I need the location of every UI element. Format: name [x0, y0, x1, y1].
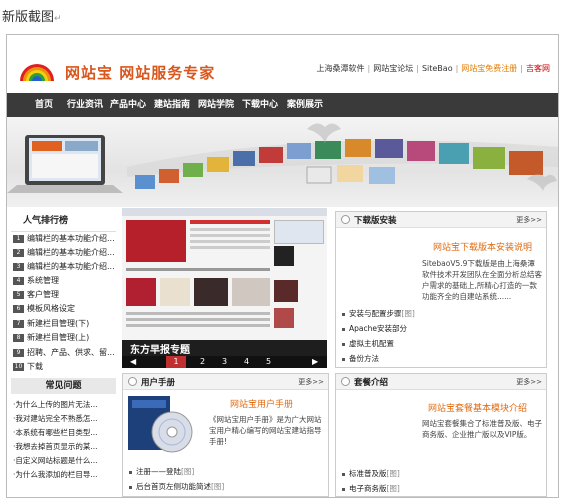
package-desc: 网站宝套餐集合了标准普及版、电子商务版、企业推广版以及VIP版。	[422, 419, 542, 439]
circle-bullet-icon	[128, 377, 137, 386]
rainbow-logo-icon	[17, 64, 57, 83]
manual-cd-image	[128, 396, 193, 453]
download-more-link[interactable]: 更多>>	[516, 215, 542, 225]
package-list-item[interactable]: 标准普及版[图]	[342, 468, 400, 479]
nav-products[interactable]: 产品中心	[110, 93, 146, 117]
nav-news[interactable]: 行业资讯	[67, 93, 103, 117]
slide-image	[122, 208, 327, 340]
faq-title: 常见问题	[11, 378, 116, 394]
slideshow[interactable]: 东方早报专题 ◀ 1 2 3 4 5 ▶	[122, 208, 327, 368]
screenshot-caption: 新版截图↵	[2, 10, 62, 25]
ranking-item[interactable]: 1 编辑栏的基本功能介绍...	[13, 233, 115, 244]
package-list-item[interactable]: 电子商务版[图]	[342, 483, 400, 494]
manual-list-item[interactable]: 注册——登陆[图]	[129, 466, 194, 477]
ranking-title: 人气排行榜	[11, 213, 116, 232]
package-heading[interactable]: 网站宝套餐基本模块介绍	[428, 401, 527, 414]
manual-panel-header: 用户手册 更多>>	[123, 374, 328, 390]
hero-banner[interactable]	[7, 117, 558, 207]
ranking-item[interactable]: 3 编辑栏的基本功能介绍...	[13, 261, 115, 272]
slide-pager: ◀ 1 2 3 4 5 ▶	[122, 356, 327, 368]
top-link-forum[interactable]: 网站宝论坛	[373, 64, 413, 73]
download-heading[interactable]: 网站宝下载版本安装说明	[433, 240, 532, 253]
nav-guide[interactable]: 建站指南	[154, 93, 190, 117]
site-page: 网站宝 网站服务专家 上海桑潭软件 | 网站宝论坛 | SiteBao | 网站宝免费注册 |…	[6, 34, 559, 498]
slide-page-1[interactable]: 1	[166, 356, 186, 368]
ranking-item[interactable]: 2 编辑栏的基本功能介绍...	[13, 247, 115, 258]
slide-page-3[interactable]: 3	[222, 356, 227, 368]
top-link-jike[interactable]: 吉客网	[526, 64, 550, 73]
slide-page-5[interactable]: 5	[266, 356, 271, 368]
manual-panel-title: 用户手册	[141, 378, 176, 388]
top-link-sitebao[interactable]: SiteBao	[422, 64, 453, 73]
faq-item[interactable]: ·我对建站完全不熟悉怎...	[13, 413, 98, 424]
faq-box: 常见问题 ·为什么上传的图片无法... ·我对建站完全不熟悉怎... ·本系统有…	[7, 378, 117, 497]
download-panel-header: 下载版安装 更多>>	[336, 212, 546, 228]
circle-bullet-icon	[341, 215, 350, 224]
ranking-item[interactable]: 5 客户管理	[13, 289, 59, 300]
ranking-item[interactable]: 4 系统管理	[13, 275, 59, 286]
nav-home[interactable]: 首页	[35, 93, 53, 117]
manual-panel: 用户手册 更多>> 网站宝用户手册 《网站宝用户手册》是为广大网站宝用户精心编写…	[122, 373, 329, 497]
download-list-item[interactable]: 虚拟主机配置	[342, 338, 394, 349]
download-list-item[interactable]: 安装与配置步骤[图]	[342, 308, 415, 319]
site-header: 网站宝 网站服务专家 上海桑潭软件 | 网站宝论坛 | SiteBao | 网站宝免费注册 |…	[7, 35, 558, 93]
faq-item[interactable]: ·我想去掉首页显示的某...	[13, 441, 98, 452]
ranking-item[interactable]: 6 模板风格设定	[13, 303, 75, 314]
download-panel-title: 下载版安装	[354, 216, 397, 226]
main-nav: 首页 行业资讯 产品中心 建站指南 网站学院 下载中心 案例展示	[7, 93, 558, 117]
top-link-register[interactable]: 网站宝免费注册	[461, 64, 517, 73]
top-link-company[interactable]: 上海桑潭软件	[317, 64, 365, 73]
package-panel-title: 套餐介绍	[354, 378, 389, 388]
slide-page-4[interactable]: 4	[244, 356, 249, 368]
faq-item[interactable]: ·自定义网站标题是什么...	[13, 455, 98, 466]
ranking-item[interactable]: 9 招聘、产品、供求、留...	[13, 347, 115, 358]
slide-page-2[interactable]: 2	[200, 356, 205, 368]
manual-list-item[interactable]: 后台首页左侧功能简述[图]	[129, 481, 224, 492]
download-desc: SitebaoV5.9下载版是由上海桑潭软件技术开发团队在全面分析总结客户需求的…	[422, 259, 542, 301]
faq-item[interactable]: ·为什么上传的图片无法...	[13, 399, 98, 410]
nav-cases[interactable]: 案例展示	[287, 93, 323, 117]
nav-academy[interactable]: 网站学院	[198, 93, 234, 117]
manual-desc: 《网站宝用户手册》是为广大网站宝用户精心编写的网站宝建站指导手册!	[209, 415, 322, 446]
download-list-item[interactable]: Apache安装部分	[342, 323, 407, 334]
package-panel: 套餐介绍 更多>> 网站宝套餐基本模块介绍 网站宝套餐集合了标准普及版、电子商务…	[335, 373, 547, 497]
top-links: 上海桑潭软件 | 网站宝论坛 | SiteBao | 网站宝免费注册 | 吉客网	[316, 64, 550, 73]
package-panel-header: 套餐介绍 更多>>	[336, 374, 546, 390]
faq-item[interactable]: ·为什么我添加的栏目导...	[13, 469, 98, 480]
circle-bullet-icon	[341, 377, 350, 386]
nav-download[interactable]: 下载中心	[242, 93, 278, 117]
manual-more-link[interactable]: 更多>>	[298, 377, 324, 387]
ranking-item[interactable]: 8 新建栏目管理(上)	[13, 332, 89, 343]
site-brand[interactable]: 网站宝 网站服务专家	[65, 62, 215, 83]
download-list-item[interactable]: 备份方法	[342, 353, 379, 364]
prev-arrow-icon[interactable]: ◀	[130, 357, 136, 366]
download-panel: 下载版安装 更多>> 网站宝下载版本安装说明 SitebaoV5.9下载版是由上…	[335, 211, 547, 368]
slide-caption: 东方早报专题	[130, 345, 190, 356]
ranking-item[interactable]: 7 新建栏目管理(下)	[13, 318, 89, 329]
package-more-link[interactable]: 更多>>	[516, 377, 542, 387]
ranking-item[interactable]: 10 下载	[13, 361, 43, 372]
next-arrow-icon[interactable]: ▶	[312, 357, 318, 366]
manual-heading[interactable]: 网站宝用户手册	[230, 397, 293, 410]
faq-item[interactable]: ·本系统有哪些栏目类型...	[13, 427, 98, 438]
banner-graphic	[7, 123, 558, 193]
